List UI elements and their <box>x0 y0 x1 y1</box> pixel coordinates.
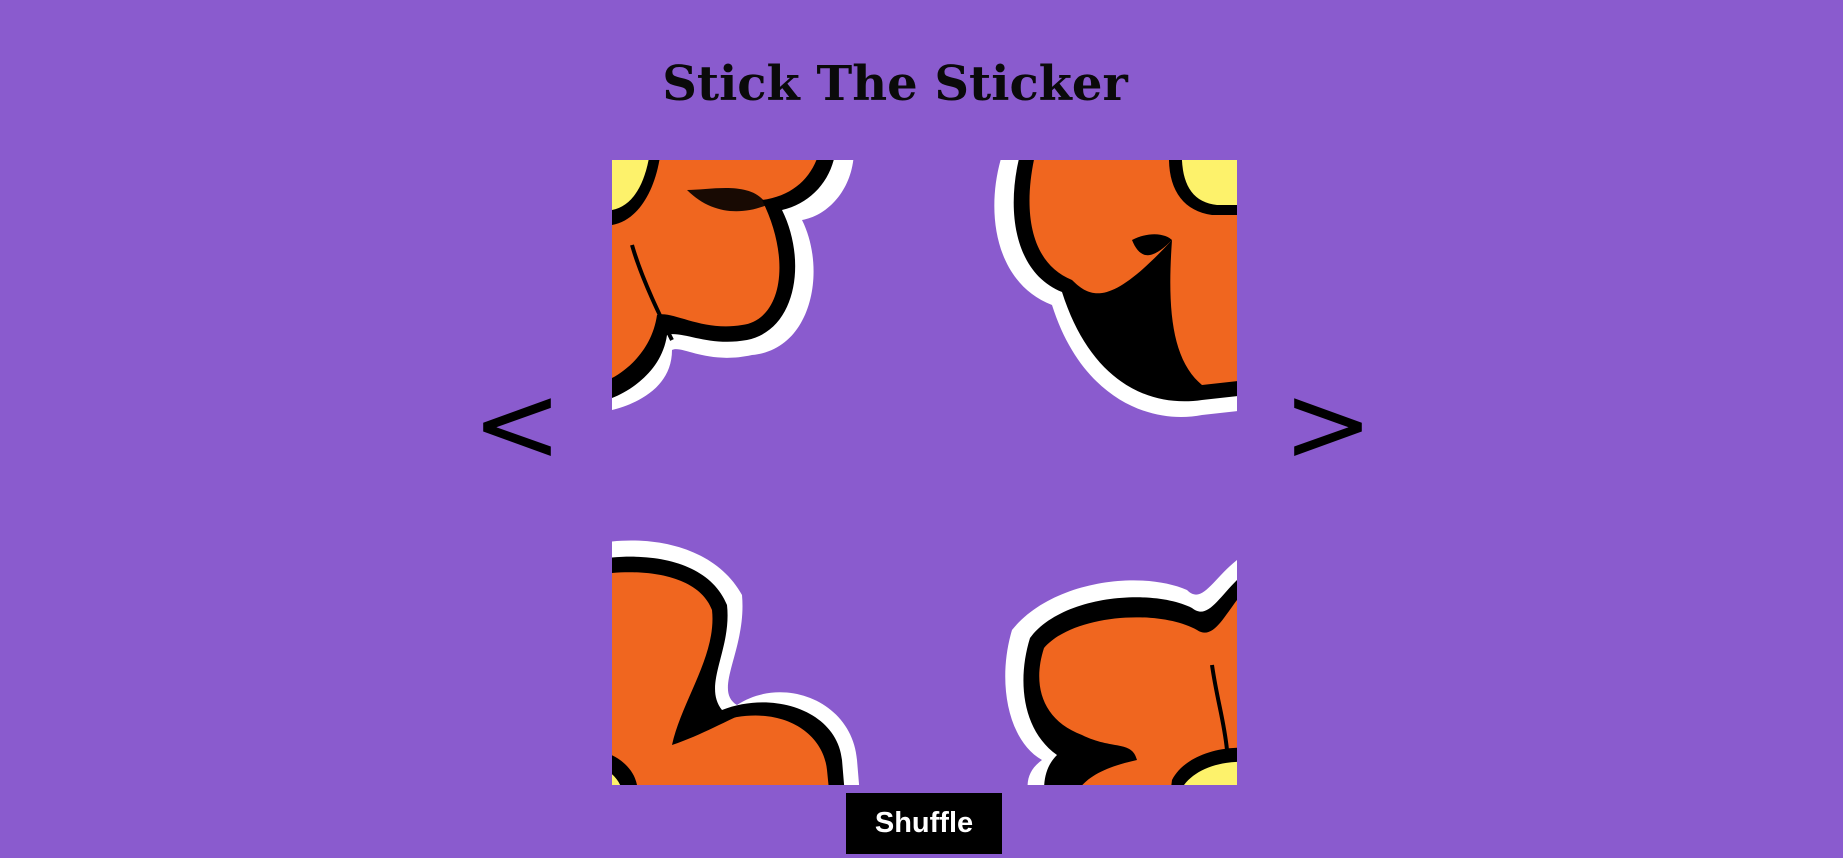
previous-arrow-button[interactable]: < <box>467 370 567 480</box>
page-title: Stick The Sticker <box>662 56 1128 112</box>
puzzle-tile-top-left[interactable] <box>612 160 854 410</box>
puzzle-tile-top-right[interactable] <box>994 160 1237 418</box>
page: Stick The Sticker < > Shuffle <box>0 0 1843 858</box>
puzzle-board <box>612 160 1237 785</box>
puzzle-canvas <box>612 160 1237 785</box>
shuffle-button[interactable]: Shuffle <box>846 793 1002 854</box>
next-arrow-button[interactable]: > <box>1278 370 1378 480</box>
puzzle-tile-bottom-left[interactable] <box>612 540 862 785</box>
puzzle-tile-bottom-right[interactable] <box>1005 560 1237 785</box>
